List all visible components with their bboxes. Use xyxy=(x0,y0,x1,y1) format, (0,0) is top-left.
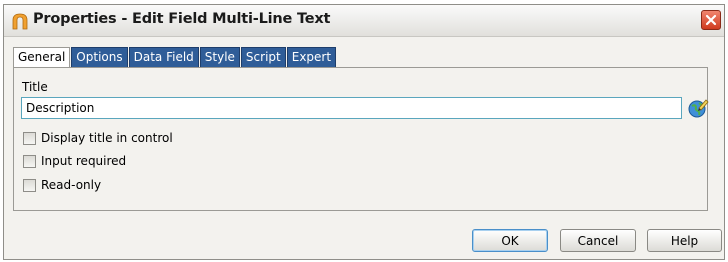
window-title: Properties - Edit Field Multi-Line Text xyxy=(33,11,331,27)
read-only-label: Read-only xyxy=(41,178,102,192)
tab-expert[interactable]: Expert xyxy=(286,47,337,67)
input-required-checkbox[interactable] xyxy=(23,154,36,168)
input-required-option[interactable]: Input required xyxy=(23,153,126,169)
input-required-label: Input required xyxy=(41,154,127,168)
tab-data-field[interactable]: Data Field xyxy=(128,47,199,67)
display-title-label: Display title in control xyxy=(41,131,173,145)
globe-edit-icon[interactable] xyxy=(687,97,709,119)
cancel-button[interactable]: Cancel xyxy=(560,229,636,252)
tab-strip: General Options Data Field Style Script … xyxy=(13,47,337,68)
help-button[interactable]: Help xyxy=(647,229,722,252)
app-logo-icon xyxy=(12,13,28,30)
ok-button[interactable]: OK xyxy=(472,229,548,252)
read-only-checkbox[interactable] xyxy=(23,178,36,192)
tab-general[interactable]: General xyxy=(13,47,71,68)
display-title-option[interactable]: Display title in control xyxy=(23,130,173,146)
read-only-option[interactable]: Read-only xyxy=(23,177,101,193)
tab-options[interactable]: Options xyxy=(71,47,128,67)
tab-script[interactable]: Script xyxy=(240,47,286,67)
close-icon xyxy=(705,14,717,26)
title-input[interactable] xyxy=(21,97,682,119)
close-button[interactable] xyxy=(701,10,721,30)
title-label: Title xyxy=(22,80,48,94)
display-title-checkbox[interactable] xyxy=(23,131,36,145)
title-bar[interactable]: Properties - Edit Field Multi-Line Text xyxy=(4,5,724,37)
tab-style[interactable]: Style xyxy=(199,47,240,67)
